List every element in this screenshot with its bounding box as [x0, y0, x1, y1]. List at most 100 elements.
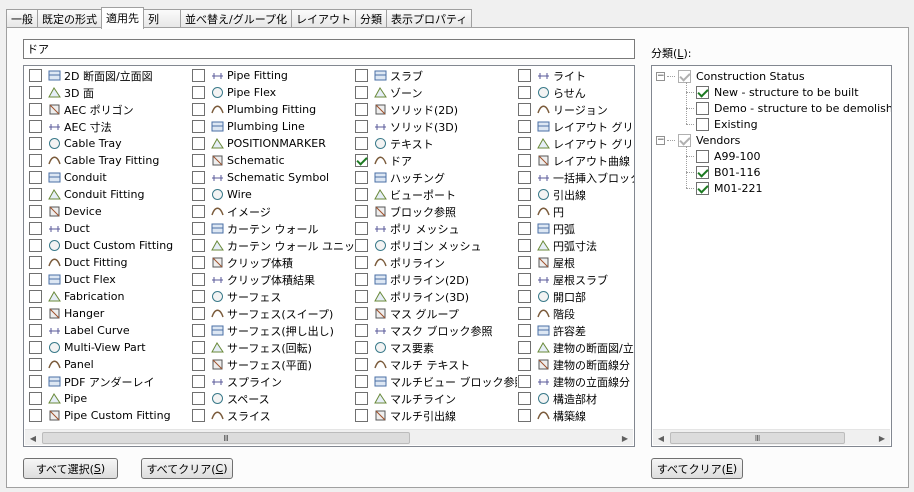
tree-leaf-node[interactable]: Demo - structure to be demolished [696, 100, 891, 116]
list-item[interactable]: 建物の断面線分 [515, 356, 634, 373]
item-checkbox[interactable] [518, 341, 531, 354]
item-checkbox[interactable] [29, 375, 42, 388]
item-checkbox[interactable] [192, 86, 205, 99]
list-item[interactable]: Wire [189, 186, 354, 203]
item-checkbox[interactable] [355, 205, 368, 218]
list-item[interactable]: ブロック参照 [352, 203, 517, 220]
tab-default-format[interactable]: 既定の形式 [37, 9, 102, 28]
list-item[interactable]: レイアウト曲線 [515, 152, 634, 169]
list-item[interactable]: Conduit Fitting [26, 186, 191, 203]
item-checkbox[interactable] [355, 358, 368, 371]
item-checkbox[interactable] [355, 375, 368, 388]
item-checkbox[interactable] [518, 273, 531, 286]
list-item[interactable]: らせん [515, 84, 634, 101]
list-item[interactable]: レイアウト グリッド [515, 135, 634, 152]
item-checkbox[interactable] [192, 290, 205, 303]
item-checkbox[interactable] [192, 324, 205, 337]
filter-input[interactable] [23, 39, 635, 59]
item-checkbox[interactable] [518, 409, 531, 422]
item-checkbox[interactable] [192, 273, 205, 286]
tab-classification[interactable]: 分類 [355, 9, 388, 28]
item-checkbox[interactable] [192, 222, 205, 235]
item-checkbox[interactable] [518, 86, 531, 99]
item-checkbox[interactable] [29, 137, 42, 150]
list-item[interactable]: マルチライン [352, 390, 517, 407]
list-item[interactable]: ビューポート [352, 186, 517, 203]
list-item[interactable]: イメージ [189, 203, 354, 220]
list-item[interactable]: サーフェス [189, 288, 354, 305]
list-item[interactable]: Pipe [26, 390, 191, 407]
list-item[interactable]: マス要素 [352, 339, 517, 356]
item-checkbox[interactable] [29, 341, 42, 354]
list-item[interactable]: ポリライン(2D) [352, 271, 517, 288]
list-item[interactable]: レイアウト グリッド [515, 118, 634, 135]
list-item[interactable]: クリップ体積 [189, 254, 354, 271]
list-item[interactable]: テキスト [352, 135, 517, 152]
scrollbar-thumb[interactable]: Ⅲ [42, 432, 410, 444]
item-checkbox[interactable] [29, 222, 42, 235]
item-checkbox[interactable] [192, 120, 205, 133]
item-checkbox[interactable] [355, 103, 368, 116]
item-checkbox[interactable] [518, 205, 531, 218]
tab-sorting-grouping[interactable]: 並べ替え/グループ化 [180, 9, 293, 28]
item-checkbox[interactable] [355, 256, 368, 269]
list-item[interactable]: Pipe Flex [189, 84, 354, 101]
list-item[interactable]: Duct [26, 220, 191, 237]
leaf-checkbox[interactable] [696, 85, 709, 99]
list-item[interactable]: ポリライン [352, 254, 517, 271]
item-checkbox[interactable] [518, 154, 531, 167]
item-checkbox[interactable] [192, 409, 205, 422]
item-checkbox[interactable] [355, 120, 368, 133]
item-checkbox[interactable] [518, 171, 531, 184]
item-checkbox[interactable] [192, 341, 205, 354]
item-checkbox[interactable] [192, 375, 205, 388]
list-item[interactable]: 屋根スラブ [515, 271, 634, 288]
list-item[interactable]: Plumbing Fitting [189, 101, 354, 118]
list-item[interactable]: 円弧 [515, 220, 634, 237]
list-item[interactable]: 引出線 [515, 186, 634, 203]
item-checkbox[interactable] [355, 69, 368, 82]
item-checkbox[interactable] [355, 137, 368, 150]
scroll-left-icon[interactable]: ◀ [25, 430, 41, 446]
tree-leaf-node[interactable]: New - structure to be built [696, 84, 859, 100]
item-checkbox[interactable] [29, 324, 42, 337]
collapse-icon[interactable]: − [656, 71, 665, 81]
list-item[interactable]: Device [26, 203, 191, 220]
item-checkbox[interactable] [192, 307, 205, 320]
item-checkbox[interactable] [518, 324, 531, 337]
list-item[interactable]: 階段 [515, 305, 634, 322]
item-checkbox[interactable] [192, 239, 205, 252]
object-list-hscrollbar[interactable]: ◀ Ⅲ ▶ [25, 429, 633, 445]
list-item[interactable]: スライス [189, 407, 354, 424]
item-checkbox[interactable] [29, 188, 42, 201]
item-checkbox[interactable] [192, 188, 205, 201]
list-item[interactable]: ソリッド(2D) [352, 101, 517, 118]
list-item[interactable]: ソリッド(3D) [352, 118, 517, 135]
list-item[interactable]: 構造部材 [515, 390, 634, 407]
list-item[interactable]: ポリライン(3D) [352, 288, 517, 305]
list-item[interactable]: サーフェス(スイープ) [189, 305, 354, 322]
scroll-right-icon[interactable]: ▶ [874, 430, 890, 446]
item-checkbox[interactable] [29, 120, 42, 133]
item-checkbox[interactable] [518, 256, 531, 269]
tab-display-properties[interactable]: 表示プロパティ [386, 9, 473, 28]
list-item[interactable]: ライト [515, 67, 634, 84]
list-item[interactable]: POSITIONMARKER [189, 135, 354, 152]
item-checkbox[interactable] [355, 324, 368, 337]
list-item[interactable]: Schematic Symbol [189, 169, 354, 186]
item-checkbox[interactable] [355, 188, 368, 201]
tab-columns[interactable]: 列 [143, 9, 181, 28]
list-item[interactable]: ポリ メッシュ [352, 220, 517, 237]
list-item[interactable]: リージョン [515, 101, 634, 118]
list-item[interactable]: AEC ポリゴン [26, 101, 191, 118]
tree-leaf-node[interactable]: Existing [696, 116, 758, 132]
list-item[interactable]: Fabrication [26, 288, 191, 305]
tree-group-node[interactable]: − Construction Status [656, 68, 805, 84]
list-item[interactable]: PDF アンダーレイ [26, 373, 191, 390]
tab-applies-to[interactable]: 適用先 [101, 7, 144, 29]
item-checkbox[interactable] [29, 392, 42, 405]
select-all-button[interactable]: すべて選択(S) [23, 458, 118, 479]
clear-all-button[interactable]: すべてクリア(C) [141, 458, 233, 479]
list-item[interactable]: カーテン ウォール ユニット [189, 237, 354, 254]
list-item[interactable]: 開口部 [515, 288, 634, 305]
